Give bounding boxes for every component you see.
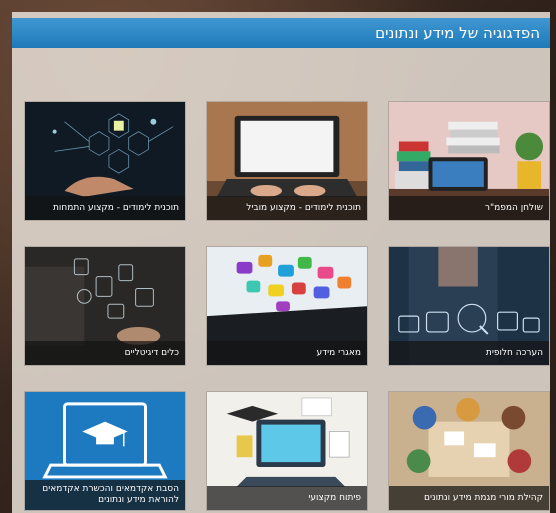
tile-teachers-community[interactable]: קהילת מורי מגמת מידע ונתונים (388, 391, 550, 511)
tile-professional-development[interactable]: פיתוח מקצועי (206, 391, 368, 511)
tile-label: תוכנית לימודים - מקצוע התמחות (25, 196, 185, 220)
tile-label: הסבת אקדמאים והכשרת אקדמאים להוראת מידע … (25, 480, 185, 510)
tile-label: כלים דיגיטליים (25, 341, 185, 365)
tile-label: שולחן המפמ"ר (389, 196, 549, 220)
tile-label: פיתוח מקצועי (207, 486, 367, 510)
page-title: הפדגוגיה של מידע ונתונים (375, 24, 540, 42)
tile-supervisor-desk[interactable]: שולחן המפמ"ר (388, 101, 550, 221)
tile-curriculum-lead[interactable]: תוכנית לימודים - מקצוע מוביל (206, 101, 368, 221)
section-header: הפדגוגיה של מידע ונתונים (12, 18, 550, 48)
tile-alternative-assessment[interactable]: הערכה חלופית (388, 246, 550, 366)
tile-label: מאגרי מידע (207, 341, 367, 365)
tile-databases[interactable]: מאגרי מידע (206, 246, 368, 366)
tile-academic-retraining[interactable]: הסבת אקדמאים והכשרת אקדמאים להוראת מידע … (24, 391, 186, 511)
tile-label: תוכנית לימודים - מקצוע מוביל (207, 196, 367, 220)
tile-label: קהילת מורי מגמת מידע ונתונים (389, 486, 549, 510)
tile-label: הערכה חלופית (389, 341, 549, 365)
tile-curriculum-specialization[interactable]: תוכנית לימודים - מקצוע התמחות (24, 101, 186, 221)
tile-digital-tools[interactable]: כלים דיגיטליים (24, 246, 186, 366)
